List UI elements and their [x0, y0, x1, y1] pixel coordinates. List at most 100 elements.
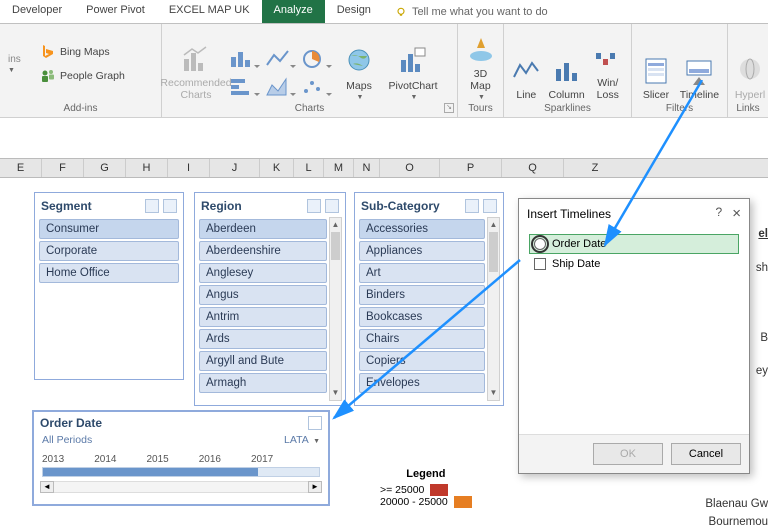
- clear-filter-icon[interactable]: [325, 199, 339, 213]
- slicer-segment[interactable]: Segment Consumer Corporate Home Office: [34, 192, 184, 380]
- cancel-button[interactable]: Cancel: [671, 443, 741, 465]
- chart-icon: [180, 43, 212, 75]
- clear-filter-icon[interactable]: [308, 416, 322, 430]
- slicer-region[interactable]: Region Aberdeen Aberdeenshire Anglesey A…: [194, 192, 346, 406]
- slicer-item[interactable]: Aberdeen: [199, 219, 327, 239]
- slicer-item[interactable]: Binders: [359, 285, 485, 305]
- people-graph-button[interactable]: People Graph: [40, 65, 125, 87]
- col-header[interactable]: I: [168, 159, 210, 177]
- dialog-launcher-icon[interactable]: ↘: [444, 103, 454, 113]
- clear-filter-icon[interactable]: [483, 199, 497, 213]
- help-button[interactable]: ?: [716, 205, 723, 222]
- tab-analyze[interactable]: Analyze: [262, 0, 325, 23]
- slicer-item[interactable]: Argyll and Bute: [199, 351, 327, 371]
- scrollbar-h[interactable]: ◄►: [40, 481, 322, 493]
- col-header[interactable]: J: [210, 159, 260, 177]
- slicer-item[interactable]: Ards: [199, 329, 327, 349]
- legend: Legend >= 25000 20000 - 25000: [380, 468, 472, 508]
- timeline-field-option[interactable]: Order Date: [529, 234, 739, 254]
- col-header[interactable]: N: [354, 159, 380, 177]
- edge-text: sh: [756, 262, 768, 274]
- chevron-down-icon: ▼: [313, 438, 320, 445]
- pivotchart-button[interactable]: PivotChart▼: [384, 46, 442, 101]
- bing-icon: [40, 44, 56, 60]
- col-header[interactable]: G: [84, 159, 126, 177]
- slicer-subcategory[interactable]: Sub-Category Accessories Appliances Art …: [354, 192, 504, 406]
- ok-button[interactable]: OK: [593, 443, 663, 465]
- col-header[interactable]: P: [440, 159, 502, 177]
- slicer-button[interactable]: Slicer: [638, 55, 674, 101]
- close-button[interactable]: ×: [732, 205, 741, 222]
- recommended-charts-button[interactable]: Recommended Charts: [168, 43, 224, 101]
- timeline-slicer[interactable]: Order Date All Periods LATA ▼ 2013 2014 …: [32, 410, 330, 506]
- 3d-map-button[interactable]: 3D Map▼: [464, 34, 497, 101]
- col-header[interactable]: O: [380, 159, 440, 177]
- col-header[interactable]: H: [126, 159, 168, 177]
- tab-design[interactable]: Design: [325, 0, 383, 23]
- slicer-item[interactable]: Antrim: [199, 307, 327, 327]
- slicer-item[interactable]: Accessories: [359, 219, 485, 239]
- bing-maps-button[interactable]: Bing Maps: [40, 41, 125, 63]
- col-header[interactable]: Q: [502, 159, 564, 177]
- slicer-item[interactable]: Art: [359, 263, 485, 283]
- col-header[interactable]: Z: [564, 159, 626, 177]
- group-sparklines: Sparklines: [504, 101, 631, 117]
- sparkline-column-button[interactable]: Column: [547, 55, 587, 101]
- slicer-item[interactable]: Aberdeenshire: [199, 241, 327, 261]
- sparkline-column-icon: [551, 55, 583, 87]
- scrollbar[interactable]: ▲▼: [487, 217, 500, 401]
- col-header[interactable]: M: [324, 159, 354, 177]
- hyperlink-button[interactable]: Hyperl: [734, 55, 766, 101]
- timeline-button[interactable]: Timeline: [678, 55, 721, 101]
- scrollbar[interactable]: ▲▼: [329, 217, 342, 401]
- addins-dropdown[interactable]: ins: [6, 54, 36, 65]
- col-header[interactable]: E: [0, 159, 42, 177]
- slicer-item[interactable]: Chairs: [359, 329, 485, 349]
- group-tours: Tours: [458, 101, 503, 117]
- ribbon-tabs: Developer Power Pivot EXCEL MAP UK Analy…: [0, 0, 768, 24]
- tell-me-text: Tell me what you want to do: [412, 6, 548, 18]
- slicer-item[interactable]: Appliances: [359, 241, 485, 261]
- edge-text: Blaenau Gw: [705, 498, 768, 510]
- col-header[interactable]: L: [294, 159, 324, 177]
- slicer-item[interactable]: Copiers: [359, 351, 485, 371]
- chevron-down-icon: ▼: [8, 67, 36, 74]
- chart-type-icon[interactable]: [264, 75, 296, 99]
- clear-filter-icon[interactable]: [163, 199, 177, 213]
- slicer-item[interactable]: Armagh: [199, 373, 327, 393]
- chart-type-icon[interactable]: [300, 47, 332, 71]
- multiselect-icon[interactable]: [465, 199, 479, 213]
- col-header[interactable]: F: [42, 159, 84, 177]
- slicer-item[interactable]: Anglesey: [199, 263, 327, 283]
- multiselect-icon[interactable]: [307, 199, 321, 213]
- chart-type-icon[interactable]: [228, 47, 260, 71]
- timeline-track[interactable]: [42, 467, 320, 477]
- col-header[interactable]: K: [260, 159, 294, 177]
- slicer-item[interactable]: Home Office: [39, 263, 179, 283]
- timeline-level[interactable]: LATA: [284, 434, 308, 446]
- slicer-item[interactable]: Angus: [199, 285, 327, 305]
- timeline-icon: [683, 55, 715, 87]
- slicer-item[interactable]: Bookcases: [359, 307, 485, 327]
- slicer-icon: [640, 55, 672, 87]
- slicer-item[interactable]: Corporate: [39, 241, 179, 261]
- tab-developer[interactable]: Developer: [0, 0, 74, 23]
- sparkline-line-button[interactable]: Line: [510, 55, 543, 101]
- edge-text: B: [760, 332, 768, 344]
- chart-type-icon[interactable]: [228, 75, 260, 99]
- slicer-item[interactable]: Envelopes: [359, 373, 485, 393]
- tab-powerpivot[interactable]: Power Pivot: [74, 0, 157, 23]
- edge-text: Bournemou: [709, 516, 768, 528]
- sparkline-winloss-button[interactable]: Win/ Loss: [591, 43, 625, 101]
- maps-button[interactable]: Maps▼: [338, 46, 380, 101]
- chart-type-icon[interactable]: [264, 47, 296, 71]
- timeline-field-option[interactable]: Ship Date: [529, 254, 739, 274]
- tab-excelmapuk[interactable]: EXCEL MAP UK: [157, 0, 262, 23]
- checkbox[interactable]: [534, 258, 546, 270]
- multiselect-icon[interactable]: [145, 199, 159, 213]
- chart-type-icon[interactable]: [300, 75, 332, 99]
- slicer-item[interactable]: Consumer: [39, 219, 179, 239]
- slicer-title: Segment: [41, 199, 92, 213]
- checkbox[interactable]: [534, 238, 546, 250]
- tell-me[interactable]: Tell me what you want to do: [383, 0, 548, 23]
